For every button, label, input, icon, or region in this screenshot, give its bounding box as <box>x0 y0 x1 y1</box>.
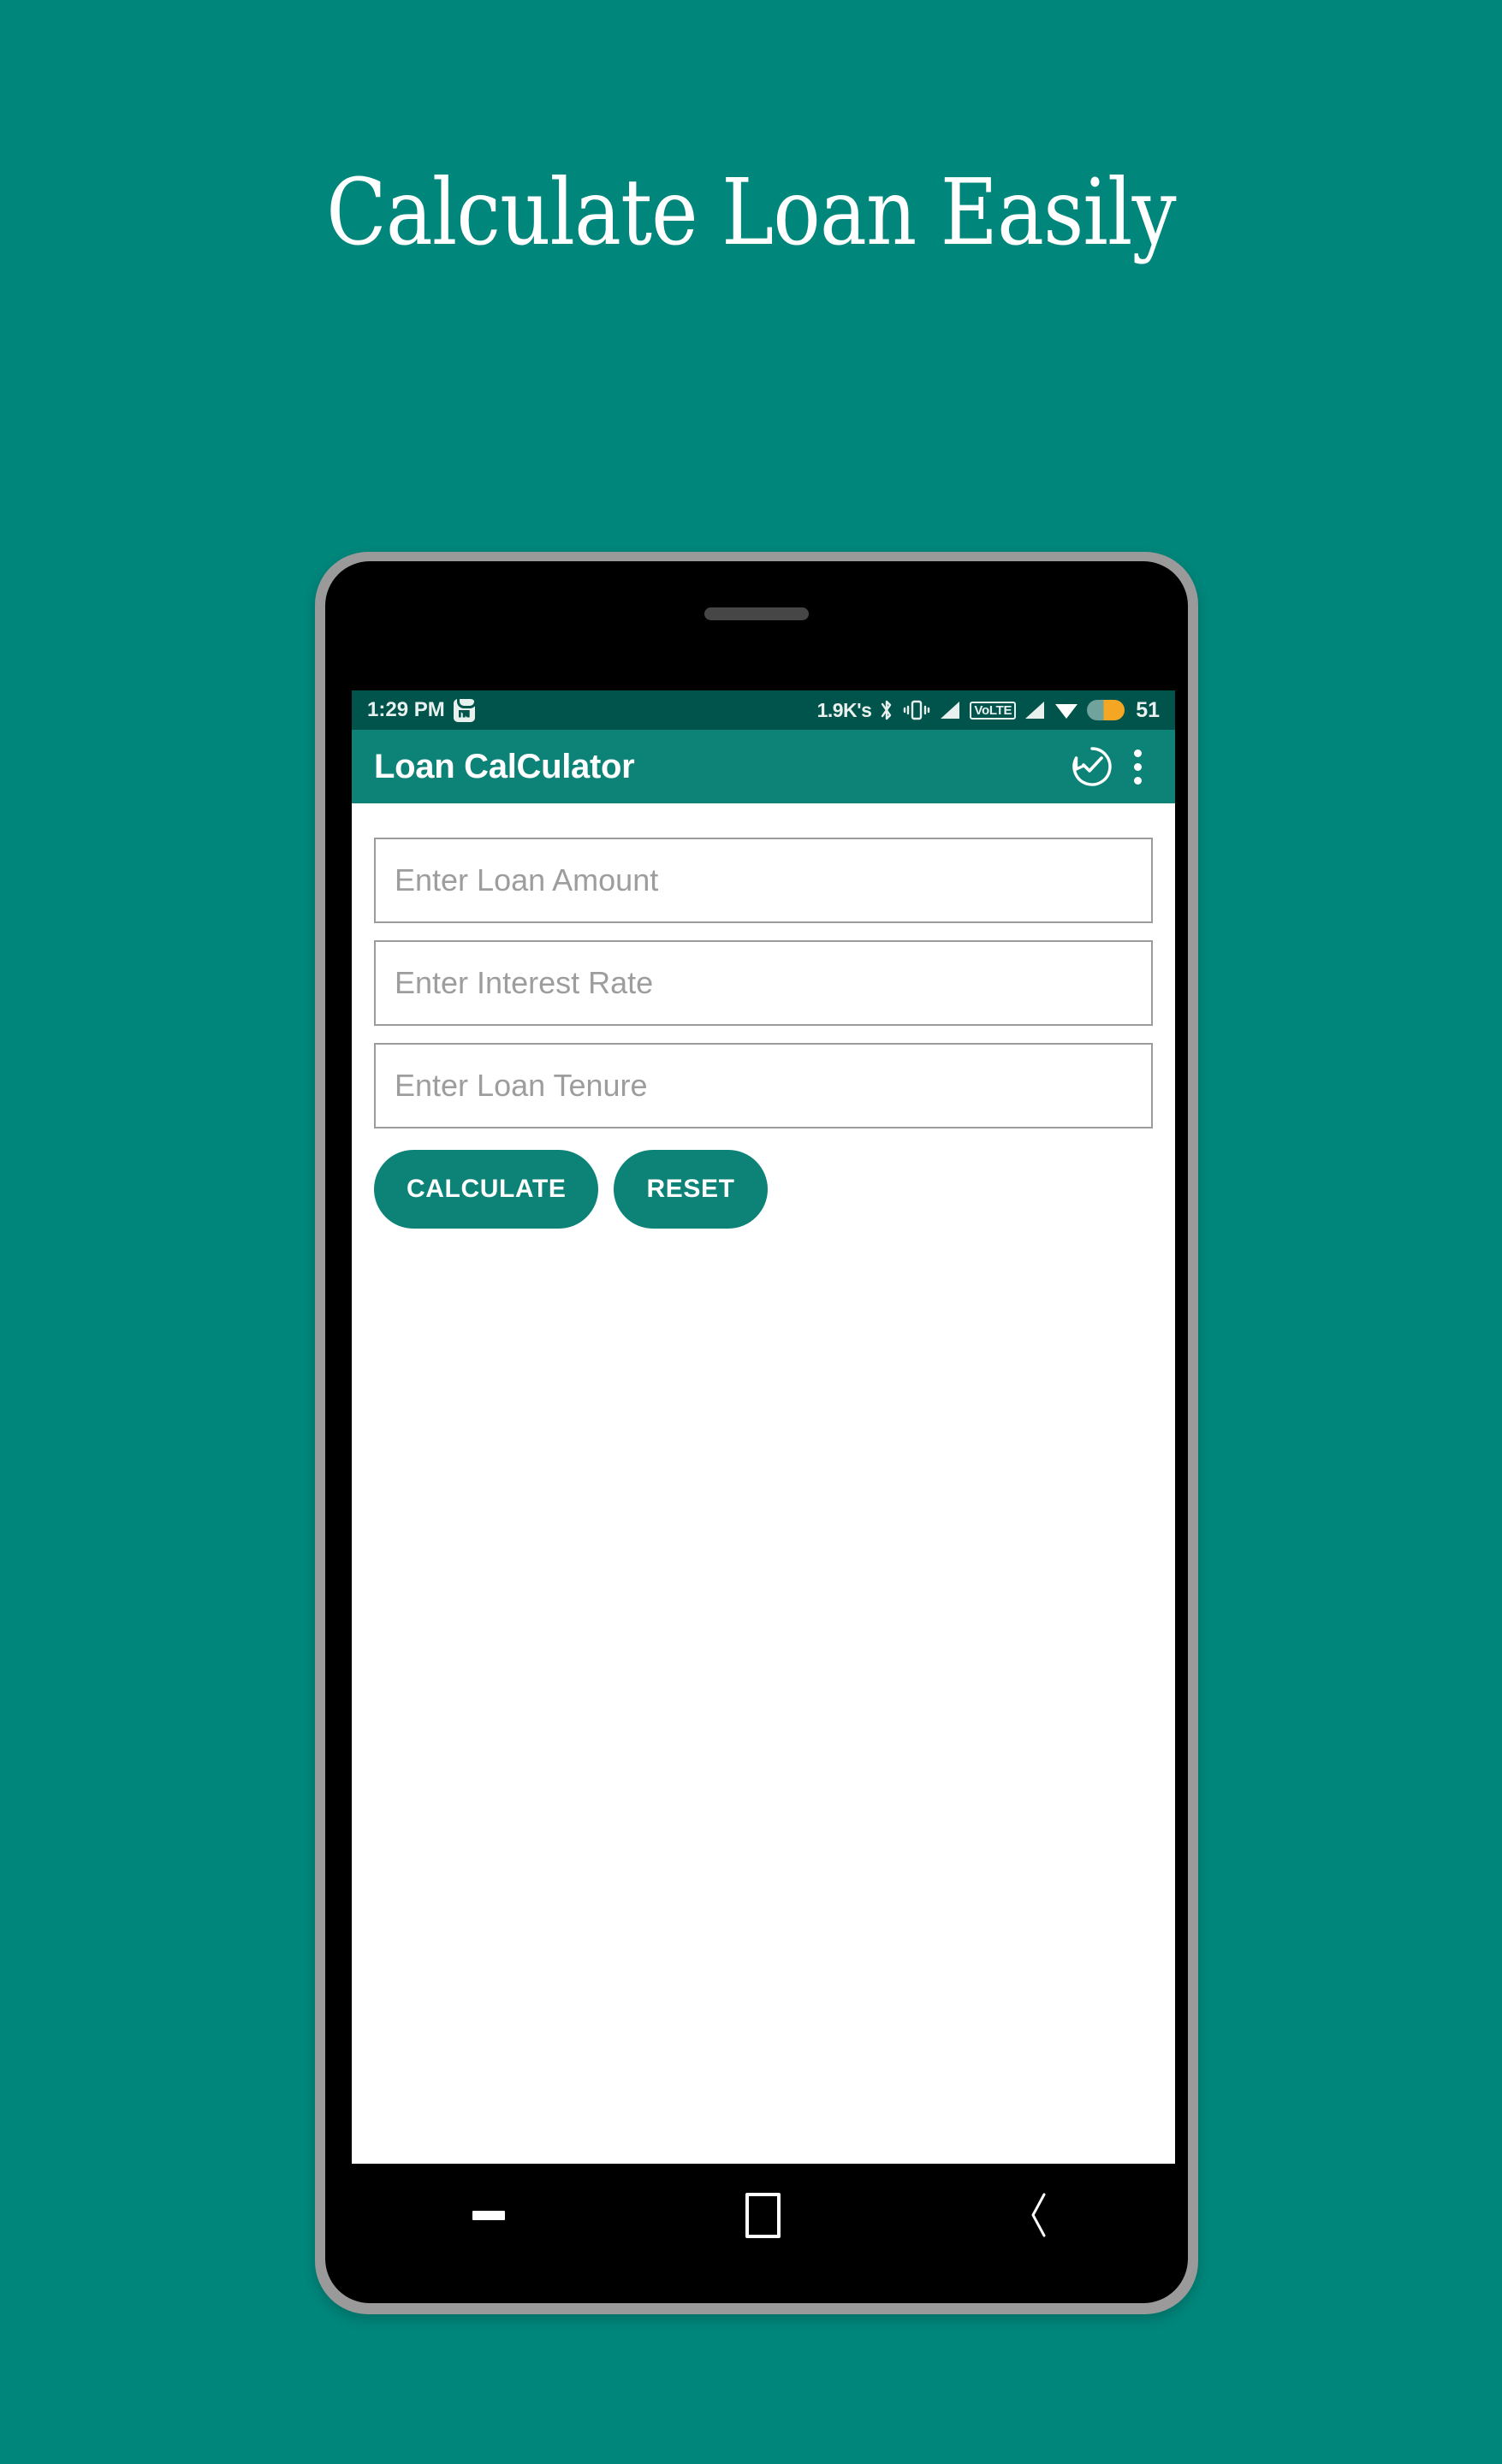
loan-amount-input[interactable] <box>374 838 1153 923</box>
data-rate-label: 1.9K's <box>816 698 872 721</box>
calculate-button[interactable]: CALCULATE <box>374 1150 599 1229</box>
vibrate-icon <box>902 699 931 721</box>
interest-rate-input[interactable] <box>374 940 1153 1026</box>
volte-icon: VoLTE <box>970 701 1017 720</box>
form-content: CALCULATE RESET <box>352 803 1175 2164</box>
update-check-icon[interactable] <box>1066 740 1119 793</box>
page-title: Calculate Loan Easily <box>326 160 1176 266</box>
signal-bars-icon <box>940 701 961 720</box>
phone-screen: 1:29 PM 1.9K's VoLTE 51 Loan CalCulator … <box>352 690 1175 2164</box>
android-nav-bar <box>352 2164 1175 2266</box>
reset-button[interactable]: RESET <box>614 1150 768 1229</box>
signal-bars-icon-2 <box>1024 701 1046 720</box>
overflow-menu-icon[interactable] <box>1119 740 1156 793</box>
overflow-dot <box>1133 762 1142 771</box>
earpiece-speaker <box>704 607 809 620</box>
back-chevron-icon[interactable] <box>1000 2189 1077 2242</box>
battery-icon <box>1087 700 1125 720</box>
app-bar: Loan CalCulator <box>352 730 1175 803</box>
phone-mockup: 1:29 PM 1.9K's VoLTE 51 Loan CalCulator … <box>315 552 1198 2314</box>
status-bar: 1:29 PM 1.9K's VoLTE 51 <box>352 690 1175 730</box>
overflow-dot <box>1133 776 1142 785</box>
overflow-dot <box>1133 749 1142 757</box>
app-title: Loan CalCulator <box>374 747 635 785</box>
status-bar-right: 1.9K's VoLTE 51 <box>817 698 1160 723</box>
phone-body: 1:29 PM 1.9K's VoLTE 51 Loan CalCulator … <box>325 561 1188 2303</box>
loan-tenure-input[interactable] <box>374 1043 1153 1128</box>
battery-level-label: 51 <box>1136 697 1160 722</box>
mi-store-icon <box>453 698 477 722</box>
bluetooth-icon <box>880 699 893 722</box>
status-time: 1:29 PM <box>367 698 445 721</box>
recents-dash-icon[interactable] <box>450 2189 527 2242</box>
action-button-row: CALCULATE RESET <box>374 1150 1153 1229</box>
status-bar-left: 1:29 PM <box>367 698 477 722</box>
wifi-icon <box>1054 701 1078 720</box>
recents-glyph <box>472 2210 506 2220</box>
home-square-icon[interactable] <box>725 2189 802 2242</box>
home-glyph <box>745 2192 781 2238</box>
